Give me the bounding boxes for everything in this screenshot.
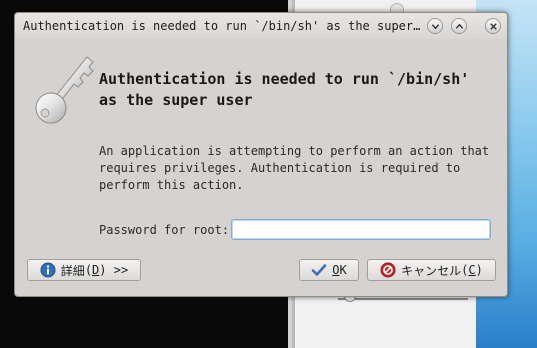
details-mnemonic-close: ): [99, 263, 107, 277]
cancel-mnemonic: C: [468, 263, 476, 277]
description-line-3: perform this action.: [99, 178, 244, 192]
info-icon: [40, 262, 56, 278]
cancel-mnemonic-close: ): [475, 263, 483, 277]
cancel-icon: [380, 262, 396, 278]
details-expand-arrows: >>: [106, 263, 129, 277]
password-input[interactable]: [231, 219, 491, 240]
dialog-heading: Authentication is needed to run `/bin/sh…: [99, 69, 499, 111]
window-title: Authentication is needed to run `/bin/sh…: [23, 19, 421, 33]
authentication-dialog: Authentication is needed to run `/bin/sh…: [14, 12, 508, 297]
details-button-label: 詳細: [60, 263, 85, 278]
key-icon: [35, 56, 94, 124]
password-label: Password for root:: [99, 223, 230, 237]
ok-mnemonic: O: [332, 263, 340, 277]
details-mnemonic: D: [92, 263, 100, 277]
dialog-heading-line-1: Authentication is needed to run `/bin/sh…: [99, 70, 470, 88]
dialog-heading-line-2: as the super user: [99, 91, 253, 109]
ok-button[interactable]: OK: [299, 259, 359, 281]
close-icon: [489, 22, 497, 30]
maximize-button[interactable]: [451, 18, 467, 34]
close-button[interactable]: [485, 18, 501, 34]
cancel-mnemonic-open: (: [461, 263, 469, 277]
chevron-down-icon: [431, 23, 439, 29]
details-button[interactable]: 詳細(D) >>: [27, 259, 141, 281]
dialog-description: An application is attempting to perform …: [99, 143, 499, 194]
chevron-up-icon: [455, 23, 463, 29]
minimize-button[interactable]: [427, 18, 443, 34]
cancel-button-label: キャンセル: [401, 263, 462, 278]
description-line-1: An application is attempting to perform …: [99, 144, 490, 158]
checkmark-icon: [311, 264, 327, 276]
background-slider-track: [338, 298, 468, 300]
description-line-2: requires privileges. Authentication is r…: [99, 161, 461, 175]
details-mnemonic-open: (: [84, 263, 93, 277]
titlebar[interactable]: Authentication is needed to run `/bin/sh…: [15, 13, 507, 39]
cancel-button[interactable]: キャンセル(C): [367, 259, 496, 281]
ok-button-label: K: [339, 263, 347, 277]
